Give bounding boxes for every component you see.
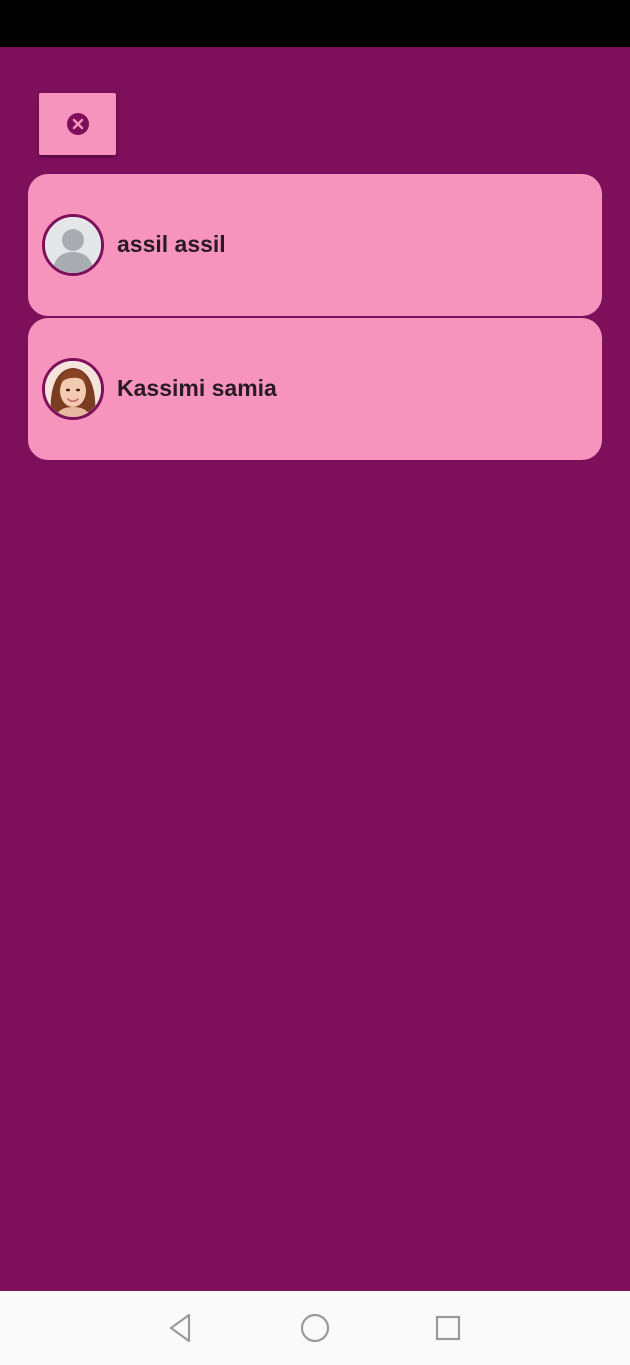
back-triangle-icon — [169, 1313, 191, 1343]
back-button[interactable] — [162, 1310, 198, 1346]
person-placeholder-icon — [45, 217, 101, 273]
profile-photo-avatar — [42, 358, 104, 420]
close-circle-icon — [66, 113, 89, 135]
recent-apps-button[interactable] — [430, 1310, 466, 1346]
profile-photo — [45, 361, 101, 417]
close-button[interactable] — [39, 93, 116, 155]
recent-apps-square-icon — [435, 1315, 461, 1341]
contact-name: assil assil — [117, 231, 226, 257]
contact-name: Kassimi samia — [117, 375, 277, 401]
system-navigation-bar — [0, 1291, 630, 1365]
home-circle-icon — [300, 1313, 330, 1343]
status-bar — [0, 0, 630, 47]
contact-card[interactable]: assil assil — [28, 174, 602, 316]
contact-card[interactable]: Kassimi samia — [28, 318, 602, 460]
home-button[interactable] — [297, 1310, 333, 1346]
default-avatar — [42, 214, 104, 276]
